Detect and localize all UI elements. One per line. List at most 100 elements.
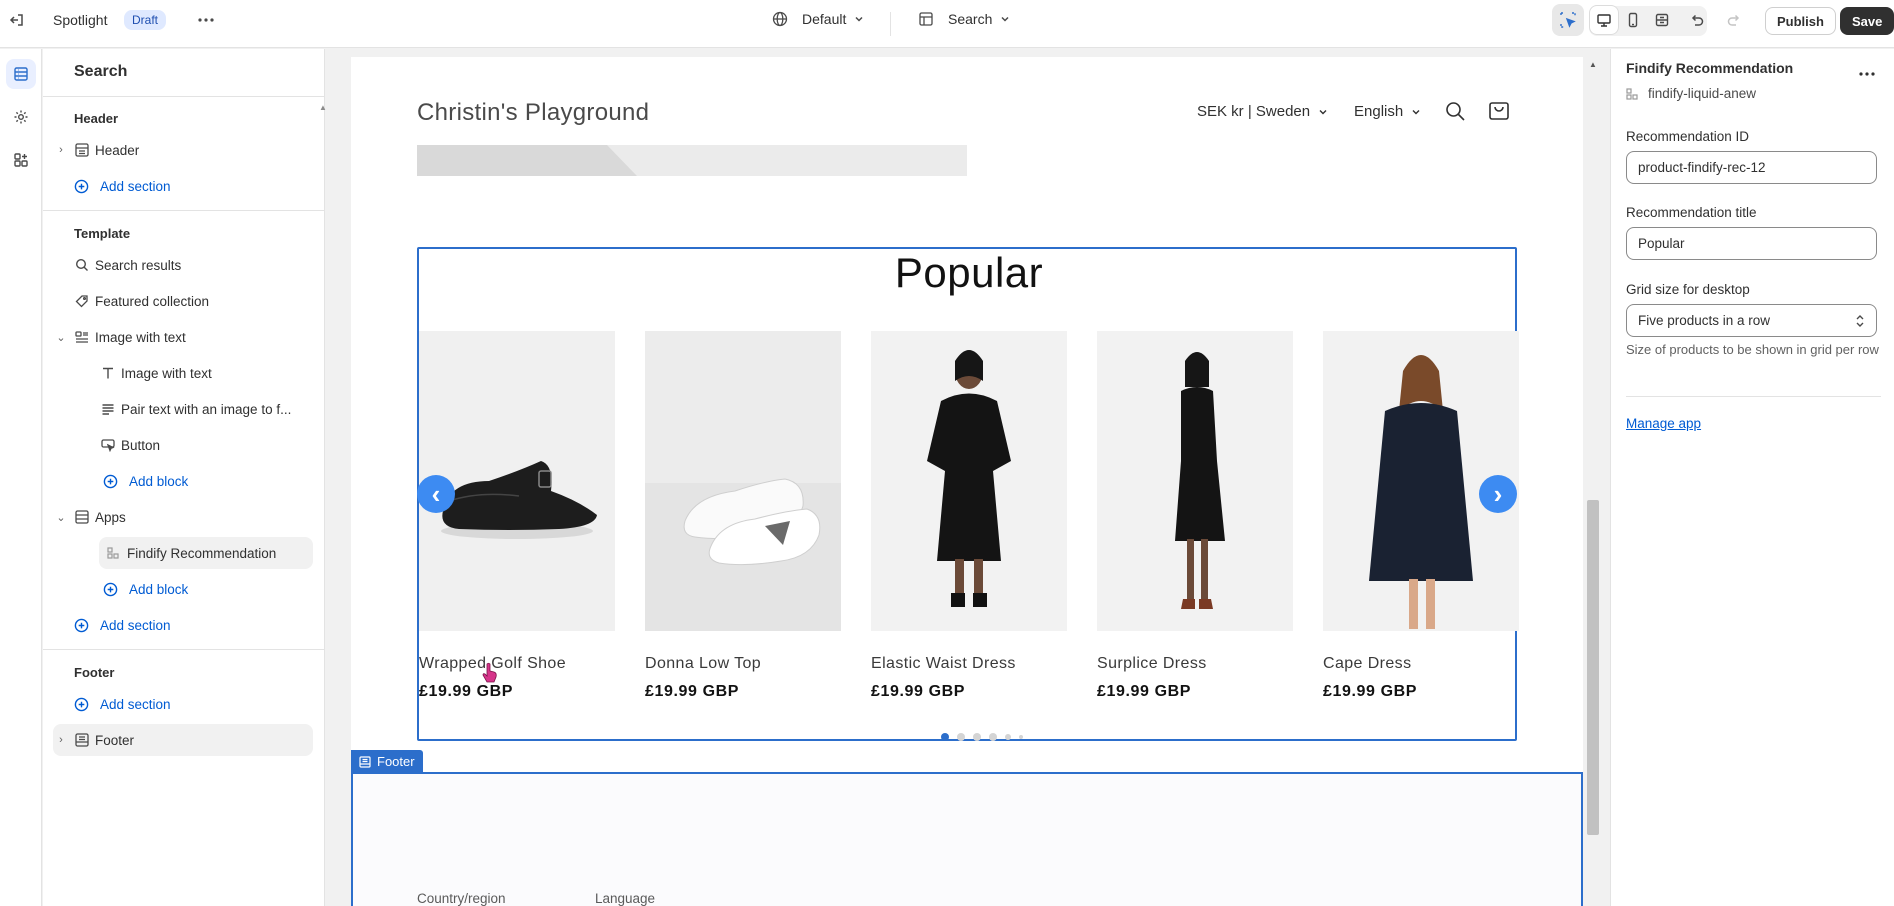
chevron-down-icon xyxy=(1412,109,1420,114)
preview-canvas: Christin's Playground SEK kr | Sweden En… xyxy=(351,57,1583,906)
footer-language-label: Language xyxy=(595,891,656,906)
findify-recommendation-block[interactable]: Popular Wrapped Golf Shoe £19.99 GBP Don… xyxy=(417,247,1519,741)
product-price: £19.99 GBP xyxy=(419,683,514,700)
footer-section[interactable] xyxy=(351,772,1583,906)
product-price: £19.99 GBP xyxy=(1097,683,1192,700)
rec-id-input[interactable]: product-findify-rec-12 xyxy=(1626,151,1877,184)
sidebar-item-featured-collection[interactable]: Featured collection xyxy=(53,285,313,317)
product-image[interactable] xyxy=(645,331,841,631)
product-name[interactable]: Wrapped Golf Shoe xyxy=(419,655,615,673)
sidebar-item-image-with-text[interactable]: ⌄ Image with text xyxy=(53,321,313,353)
rec-title-input[interactable]: Popular xyxy=(1626,227,1877,260)
block-item-findify-recommendation[interactable]: Findify Recommendation xyxy=(99,537,313,569)
product-image[interactable] xyxy=(1097,331,1293,631)
carousel-dot[interactable] xyxy=(989,733,997,741)
manage-app-link[interactable]: Manage app xyxy=(1626,416,1701,431)
carousel-dot[interactable] xyxy=(1005,734,1011,740)
product-card[interactable]: Donna Low Top £19.99 GBP xyxy=(645,331,841,701)
scroll-up-icon[interactable]: ▲ xyxy=(1589,60,1597,69)
undo-icon[interactable] xyxy=(1681,4,1713,36)
more-options-icon[interactable] xyxy=(1859,63,1875,79)
chevron-down-icon: ⌄ xyxy=(56,331,66,344)
language-selector[interactable]: English xyxy=(1354,103,1421,120)
add-block-button[interactable]: Add block xyxy=(103,465,313,497)
chevron-up-down-icon xyxy=(1856,314,1864,327)
settings-title: Findify Recommendation xyxy=(1626,60,1794,76)
grid-size-help: Size of products to be shown in grid per… xyxy=(1626,342,1879,357)
footer-section-tag[interactable]: Footer xyxy=(351,750,423,773)
fullscreen-view-icon[interactable] xyxy=(1647,5,1677,35)
top-bar: Spotlight Draft Default Search Publish S… xyxy=(0,0,1894,48)
block-item-label: Button xyxy=(121,437,161,453)
carousel-dot[interactable] xyxy=(1019,735,1023,739)
apps-section-icon xyxy=(69,510,95,524)
search-icon[interactable] xyxy=(1444,100,1466,125)
text-icon xyxy=(95,366,121,380)
product-image[interactable] xyxy=(871,331,1067,631)
exit-icon[interactable] xyxy=(1,4,33,36)
apps-icon[interactable] xyxy=(6,145,36,175)
block-item-pair-text[interactable]: Pair text with an image to f... xyxy=(95,393,313,425)
scroll-up-icon[interactable]: ▲ xyxy=(319,103,327,112)
carousel-dot[interactable] xyxy=(973,733,981,741)
header-group-label: Header xyxy=(74,111,119,126)
template-selector[interactable]: Search xyxy=(918,11,1010,27)
status-badge: Draft xyxy=(124,10,167,30)
product-name[interactable]: Elastic Waist Dress xyxy=(871,655,1067,673)
button-icon xyxy=(95,438,121,452)
sidebar-item-header[interactable]: › Header xyxy=(53,134,313,166)
publish-button[interactable]: Publish xyxy=(1765,7,1836,35)
product-card[interactable]: Cape Dress £19.99 GBP xyxy=(1323,331,1519,701)
add-section-button[interactable]: Add section xyxy=(74,688,334,720)
app-block-icon xyxy=(99,547,127,559)
more-actions-icon[interactable] xyxy=(190,4,222,36)
sections-icon[interactable] xyxy=(6,59,36,89)
placeholder-banner xyxy=(417,145,967,176)
sidebar-item-footer[interactable]: › Footer xyxy=(53,724,313,756)
carousel-pagination xyxy=(941,733,1023,741)
product-card[interactable]: Wrapped Golf Shoe £19.99 GBP xyxy=(419,331,615,701)
divider xyxy=(43,96,325,97)
product-card[interactable]: Elastic Waist Dress £19.99 GBP xyxy=(871,331,1067,701)
add-block-button[interactable]: Add block xyxy=(103,573,313,605)
product-card[interactable]: Surplice Dress £19.99 GBP xyxy=(1097,331,1293,701)
add-circle-icon xyxy=(103,582,123,597)
grid-size-select[interactable]: Five products in a row xyxy=(1626,304,1877,337)
carousel-next-button[interactable]: › xyxy=(1479,475,1517,513)
recommendation-heading: Popular xyxy=(894,249,1044,296)
sections-sidebar: Search ▲ Header › Header Add section Tem… xyxy=(43,49,327,906)
sidebar-item-apps[interactable]: ⌄ Apps xyxy=(53,501,313,533)
add-section-button[interactable]: Add section xyxy=(74,170,334,202)
inspector-icon[interactable] xyxy=(1552,4,1584,36)
product-name[interactable]: Donna Low Top xyxy=(645,655,841,673)
preview-scrollbar-thumb[interactable] xyxy=(1587,500,1599,835)
redo-icon[interactable] xyxy=(1718,4,1750,36)
footer-group-label: Footer xyxy=(74,665,115,680)
theme-selector[interactable]: Default xyxy=(772,11,864,27)
paragraph-icon xyxy=(95,402,121,416)
store-name[interactable]: Christin's Playground xyxy=(417,99,649,127)
carousel-dot[interactable] xyxy=(957,733,965,741)
sidebar-item-label: Image with text xyxy=(95,329,186,345)
desktop-view-icon[interactable] xyxy=(1589,5,1619,35)
block-item-image-with-text[interactable]: Image with text xyxy=(95,357,313,389)
theme-settings-gear-icon[interactable] xyxy=(6,102,36,132)
sidebar-item-label: Footer xyxy=(95,732,135,748)
product-price: £19.99 GBP xyxy=(1323,683,1418,700)
carousel-prev-button[interactable]: ‹ xyxy=(417,475,455,513)
carousel-dot[interactable] xyxy=(941,733,949,741)
mobile-view-icon[interactable] xyxy=(1618,5,1648,35)
sidebar-item-label: Featured collection xyxy=(95,293,210,309)
product-name[interactable]: Cape Dress xyxy=(1323,655,1519,673)
save-button[interactable]: Save xyxy=(1840,7,1894,35)
block-item-button[interactable]: Button xyxy=(95,429,313,461)
template-selector-label: Search xyxy=(948,11,993,27)
chevron-right-icon: › xyxy=(1493,478,1503,509)
template-group-label: Template xyxy=(74,226,131,241)
add-section-button[interactable]: Add section xyxy=(74,609,334,641)
currency-selector[interactable]: SEK kr | Sweden xyxy=(1197,103,1328,120)
product-name[interactable]: Surplice Dress xyxy=(1097,655,1293,673)
sidebar-item-search-results[interactable]: Search results xyxy=(53,249,313,281)
cart-icon[interactable] xyxy=(1487,99,1511,126)
add-section-label: Add section xyxy=(100,696,171,712)
